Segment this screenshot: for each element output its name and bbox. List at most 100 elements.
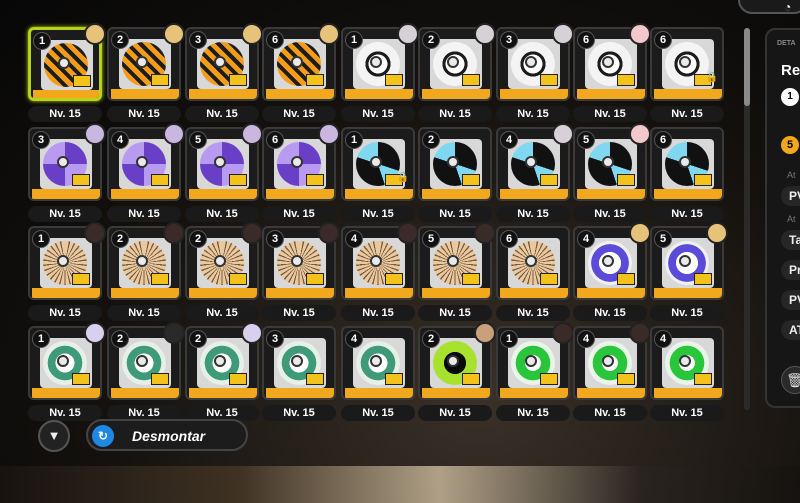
disc-item[interactable]: 4 Nv. 15	[341, 326, 415, 424]
disc-item[interactable]: 5 Nv. 15	[573, 123, 651, 225]
slot-number: 1	[500, 330, 518, 348]
scroll-thumb[interactable]	[744, 28, 750, 106]
disc-hub	[525, 355, 537, 367]
disc-level: Nv. 15	[418, 405, 492, 421]
rarity-bar	[654, 288, 722, 298]
disc-label-tag	[540, 74, 558, 86]
disc-item[interactable]: 5 Nv. 15	[185, 123, 263, 225]
disc-level: Nv. 15	[573, 106, 647, 122]
disc-item[interactable]: 2 Nv. 15	[418, 23, 496, 125]
disc-hub	[447, 355, 459, 367]
disc-item[interactable]: 4 Nv. 15	[650, 326, 724, 424]
disc-grid: 1 Nv. 15 2 Nv. 15 3 Nv. 15 6 Nv. 15 1 Nv…	[0, 0, 738, 421]
disc-level: Nv. 15	[341, 106, 415, 122]
disc-item[interactable]: 5 Nv. 15	[650, 222, 728, 324]
disc-item[interactable]: 3 Nv. 15	[496, 23, 574, 125]
disc-art	[662, 338, 714, 388]
disc-item[interactable]: 1 Nv. 15	[341, 23, 419, 125]
lock-icon: 🔒	[396, 172, 409, 183]
disc-level: Nv. 15	[262, 305, 336, 321]
agent-avatar	[552, 123, 574, 145]
disc-label-tag	[151, 373, 169, 385]
grid-scrollbar[interactable]	[744, 28, 750, 410]
disc-hub	[136, 156, 148, 168]
disc-item[interactable]: 6 Nv. 15	[496, 226, 570, 324]
disc-level: Nv. 15	[650, 405, 724, 421]
disc-level: Nv. 15	[185, 305, 259, 321]
disc-item[interactable]: 2 Nv. 15	[418, 127, 492, 225]
main-stat: PV	[781, 186, 800, 206]
disc-level: Nv. 15	[107, 305, 181, 321]
rarity-bar	[266, 388, 334, 398]
rarity-bar	[189, 388, 257, 398]
disc-hub	[602, 56, 614, 68]
disc-frame: 6	[650, 127, 724, 201]
disc-item[interactable]: 4 Nv. 15	[107, 123, 185, 225]
disc-label-tag	[151, 74, 169, 86]
slot-number: 4	[577, 230, 595, 248]
disc-label-tag	[462, 373, 480, 385]
disc-item[interactable]: 2 Nv. 15	[185, 222, 263, 324]
disc-item[interactable]: 5 Nv. 15	[418, 222, 496, 324]
disc-frame: 6	[496, 226, 570, 300]
agent-avatar	[397, 222, 419, 244]
disc-item[interactable]: 4 Nv. 15	[573, 222, 651, 324]
disc-item[interactable]: 6 Nv. 15	[262, 123, 340, 225]
agent-avatar	[84, 23, 106, 45]
disc-item[interactable]: 1 Nv. 15	[28, 222, 106, 324]
disc-item[interactable]: 6 Nv. 15	[573, 23, 651, 125]
disc-level: Nv. 15	[418, 106, 492, 122]
agent-avatar	[397, 23, 419, 45]
disc-item[interactable]: 3 Nv. 15	[262, 326, 336, 424]
agent-avatar	[318, 222, 340, 244]
disc-item[interactable]: 4 Nv. 15	[341, 222, 419, 324]
disc-item[interactable]: 2 Nv. 15	[107, 222, 185, 324]
disc-item[interactable]: 3 Nv. 15	[28, 123, 106, 225]
disc-art	[585, 338, 637, 388]
slot-number: 2	[422, 330, 440, 348]
agent-avatar	[706, 222, 728, 244]
disc-label-tag	[229, 74, 247, 86]
disc-label-tag	[462, 273, 480, 285]
disc-art	[41, 40, 93, 90]
disc-level: Nv. 15	[28, 305, 102, 321]
disc-hub	[602, 156, 614, 168]
disc-hub	[679, 156, 691, 168]
rarity-bar	[266, 288, 334, 298]
disc-item[interactable]: 2 Nv. 15	[107, 23, 185, 125]
disc-item[interactable]: 6 🔒 Nv. 15	[650, 27, 724, 125]
rarity-bar	[32, 388, 100, 398]
disc-label-tag	[540, 373, 558, 385]
disc-item[interactable]: 1 Nv. 15	[28, 322, 106, 424]
disc-level: Nv. 15	[185, 206, 259, 222]
disc-item[interactable]: 4 Nv. 15	[573, 322, 651, 424]
slot-number: 6	[654, 31, 672, 49]
disc-hub	[136, 255, 148, 267]
disc-art	[585, 238, 637, 288]
disc-item[interactable]: 2 Nv. 15	[107, 322, 185, 424]
slot-number: 5	[422, 230, 440, 248]
disc-item[interactable]: 6 Nv. 15	[650, 127, 724, 225]
disc-item[interactable]: 3 Nv. 15	[262, 222, 340, 324]
agent-avatar	[629, 222, 651, 244]
slot-number: 2	[189, 330, 207, 348]
disc-item[interactable]: 2 Nv. 15	[418, 322, 496, 424]
disc-item[interactable]: 6 Nv. 15	[262, 23, 340, 125]
trash-icon[interactable]: 🗑	[781, 366, 800, 394]
filter-button[interactable]: ▼	[38, 420, 70, 452]
disc-art	[274, 338, 326, 388]
disc-item[interactable]: 1 🔒 Nv. 15	[341, 127, 415, 225]
disassemble-label: Desmontar	[132, 428, 206, 444]
disc-item[interactable]: 3 Nv. 15	[185, 23, 263, 125]
disc-item[interactable]: 2 Nv. 15	[185, 322, 263, 424]
disc-hub	[57, 255, 69, 267]
top-right-button[interactable]: ◔	[738, 0, 800, 14]
disc-art	[40, 139, 92, 189]
disc-item[interactable]: 1 Nv. 15	[496, 322, 574, 424]
agent-avatar	[241, 23, 263, 45]
disassemble-button[interactable]: ↻ Desmontar	[86, 419, 248, 451]
disc-hub	[679, 56, 691, 68]
disc-art	[508, 139, 560, 189]
disc-item[interactable]: 4 Nv. 15	[496, 123, 574, 225]
disc-item[interactable]: 1 Nv. 15	[28, 23, 106, 125]
